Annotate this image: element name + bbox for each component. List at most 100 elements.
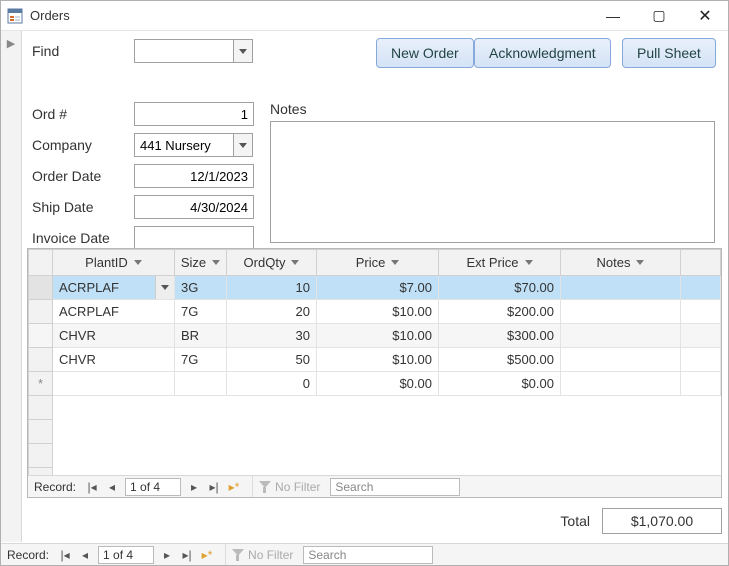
find-combo[interactable] xyxy=(134,39,234,63)
cell-price[interactable]: $7.00 xyxy=(317,276,439,300)
minimize-button[interactable]: — xyxy=(590,1,636,31)
nav-filter-indicator[interactable]: No Filter xyxy=(225,544,299,565)
new-row[interactable]: *0$0.00$0.00 xyxy=(29,372,721,396)
nav-last-button[interactable]: ▸| xyxy=(177,545,197,565)
invoice-date-label: Invoice Date xyxy=(32,230,110,246)
select-all-corner[interactable] xyxy=(29,250,53,276)
invoice-date-input[interactable] xyxy=(140,231,248,246)
nav-first-button[interactable]: |◂ xyxy=(82,477,102,497)
notes-textarea[interactable] xyxy=(270,121,715,243)
cell-plantid[interactable]: CHVR xyxy=(53,324,175,348)
ship-date-input[interactable] xyxy=(140,200,248,215)
table-row[interactable]: ACRPLAF3G10$7.00$70.00 xyxy=(29,276,721,300)
header-form: Find New Order Acknowledgment Pull Sheet… xyxy=(22,31,728,252)
row-selector[interactable] xyxy=(29,300,53,324)
cell-extprice[interactable]: $300.00 xyxy=(439,324,561,348)
nav-position[interactable]: 1 of 4 xyxy=(125,478,181,496)
cell-plantid[interactable]: ACRPLAF xyxy=(53,300,175,324)
nav-search-box[interactable]: Search xyxy=(303,546,433,564)
find-dropdown-button[interactable] xyxy=(234,39,253,63)
ship-date-field[interactable] xyxy=(134,195,254,219)
cell-notes[interactable] xyxy=(561,300,681,324)
cell-plantid[interactable]: CHVR xyxy=(53,348,175,372)
cell-price[interactable]: $10.00 xyxy=(317,300,439,324)
cell-extprice[interactable]: $0.00 xyxy=(439,372,561,396)
cell-size[interactable]: 7G xyxy=(175,300,227,324)
nav-new-button[interactable]: ▸* xyxy=(197,545,217,565)
cell-ordqty[interactable]: 10 xyxy=(227,276,317,300)
cell-size[interactable]: 3G xyxy=(175,276,227,300)
order-date-field[interactable] xyxy=(134,164,254,188)
invoice-date-field[interactable] xyxy=(134,226,254,250)
order-date-input[interactable] xyxy=(140,169,248,184)
company-dropdown-button[interactable] xyxy=(234,133,253,157)
cell-price[interactable]: $10.00 xyxy=(317,348,439,372)
col-size[interactable]: Size xyxy=(175,250,227,276)
company-combo[interactable] xyxy=(134,133,234,157)
new-row-marker[interactable]: * xyxy=(29,372,53,396)
row-selector[interactable] xyxy=(29,276,53,300)
cell-ordqty[interactable]: 0 xyxy=(227,372,317,396)
filter-icon[interactable] xyxy=(291,260,299,265)
nav-filter-indicator[interactable]: No Filter xyxy=(252,476,326,497)
cell-ordqty[interactable]: 50 xyxy=(227,348,317,372)
row-selector[interactable] xyxy=(29,348,53,372)
row-selector[interactable] xyxy=(29,324,53,348)
close-button[interactable]: ✕ xyxy=(682,1,728,31)
company-input[interactable] xyxy=(140,138,228,153)
form-area: Find New Order Acknowledgment Pull Sheet… xyxy=(22,31,728,542)
cell-extprice[interactable]: $500.00 xyxy=(439,348,561,372)
filter-icon[interactable] xyxy=(525,260,533,265)
filter-icon[interactable] xyxy=(636,260,644,265)
col-ordqty[interactable]: OrdQty xyxy=(227,250,317,276)
total-label: Total xyxy=(560,513,590,529)
nav-search-box[interactable]: Search xyxy=(330,478,460,496)
chevron-down-icon[interactable] xyxy=(155,276,174,299)
totals-row: Total $1,070.00 xyxy=(560,508,722,534)
ship-date-label: Ship Date xyxy=(32,199,93,215)
table-row[interactable]: CHVR7G50$10.00$500.00 xyxy=(29,348,721,372)
cell-price[interactable]: $10.00 xyxy=(317,324,439,348)
col-notes[interactable]: Notes xyxy=(561,250,681,276)
cell-notes[interactable] xyxy=(561,276,681,300)
col-price[interactable]: Price xyxy=(317,250,439,276)
pull-sheet-button[interactable]: Pull Sheet xyxy=(622,38,716,68)
col-extprice[interactable]: Ext Price xyxy=(439,250,561,276)
cell-notes[interactable] xyxy=(561,324,681,348)
table-row[interactable]: CHVRBR30$10.00$300.00 xyxy=(29,324,721,348)
cell-price[interactable]: $0.00 xyxy=(317,372,439,396)
acknowledgment-button[interactable]: Acknowledgment xyxy=(474,38,611,68)
nav-prev-button[interactable]: ◂ xyxy=(102,477,122,497)
cell-extprice[interactable]: $70.00 xyxy=(439,276,561,300)
filter-icon[interactable] xyxy=(212,260,220,265)
nav-next-button[interactable]: ▸ xyxy=(157,545,177,565)
cell-ordqty[interactable]: 20 xyxy=(227,300,317,324)
col-plantid[interactable]: PlantID xyxy=(53,250,175,276)
grid-header-row: PlantID Size OrdQty Price Ext Price Note… xyxy=(29,250,721,276)
cell-size[interactable]: 7G xyxy=(175,348,227,372)
filter-icon[interactable] xyxy=(134,260,142,265)
ord-no-input[interactable] xyxy=(140,107,248,122)
cell-plantid[interactable]: ACRPLAF xyxy=(53,276,175,300)
ord-no-label: Ord # xyxy=(32,106,67,122)
find-input[interactable] xyxy=(140,44,228,59)
record-selector-bar[interactable]: ▶ xyxy=(1,31,22,542)
nav-last-button[interactable]: ▸| xyxy=(204,477,224,497)
table-row[interactable]: ACRPLAF7G20$10.00$200.00 xyxy=(29,300,721,324)
nav-prev-button[interactable]: ◂ xyxy=(75,545,95,565)
filter-icon[interactable] xyxy=(391,260,399,265)
ord-no-field[interactable] xyxy=(134,102,254,126)
new-order-button[interactable]: New Order xyxy=(376,38,474,68)
cell-notes[interactable] xyxy=(561,348,681,372)
cell-ordqty[interactable]: 30 xyxy=(227,324,317,348)
titlebar: Orders — ▢ ✕ xyxy=(1,1,728,31)
company-label: Company xyxy=(32,137,92,153)
nav-next-button[interactable]: ▸ xyxy=(184,477,204,497)
cell-size[interactable]: BR xyxy=(175,324,227,348)
cell-extprice[interactable]: $200.00 xyxy=(439,300,561,324)
nav-position[interactable]: 1 of 4 xyxy=(98,546,154,564)
nav-first-button[interactable]: |◂ xyxy=(55,545,75,565)
nav-new-button[interactable]: ▸* xyxy=(224,477,244,497)
maximize-button[interactable]: ▢ xyxy=(636,1,682,31)
subform-navigator: Record: |◂ ◂ 1 of 4 ▸ ▸| ▸* No Filter Se… xyxy=(28,475,721,497)
